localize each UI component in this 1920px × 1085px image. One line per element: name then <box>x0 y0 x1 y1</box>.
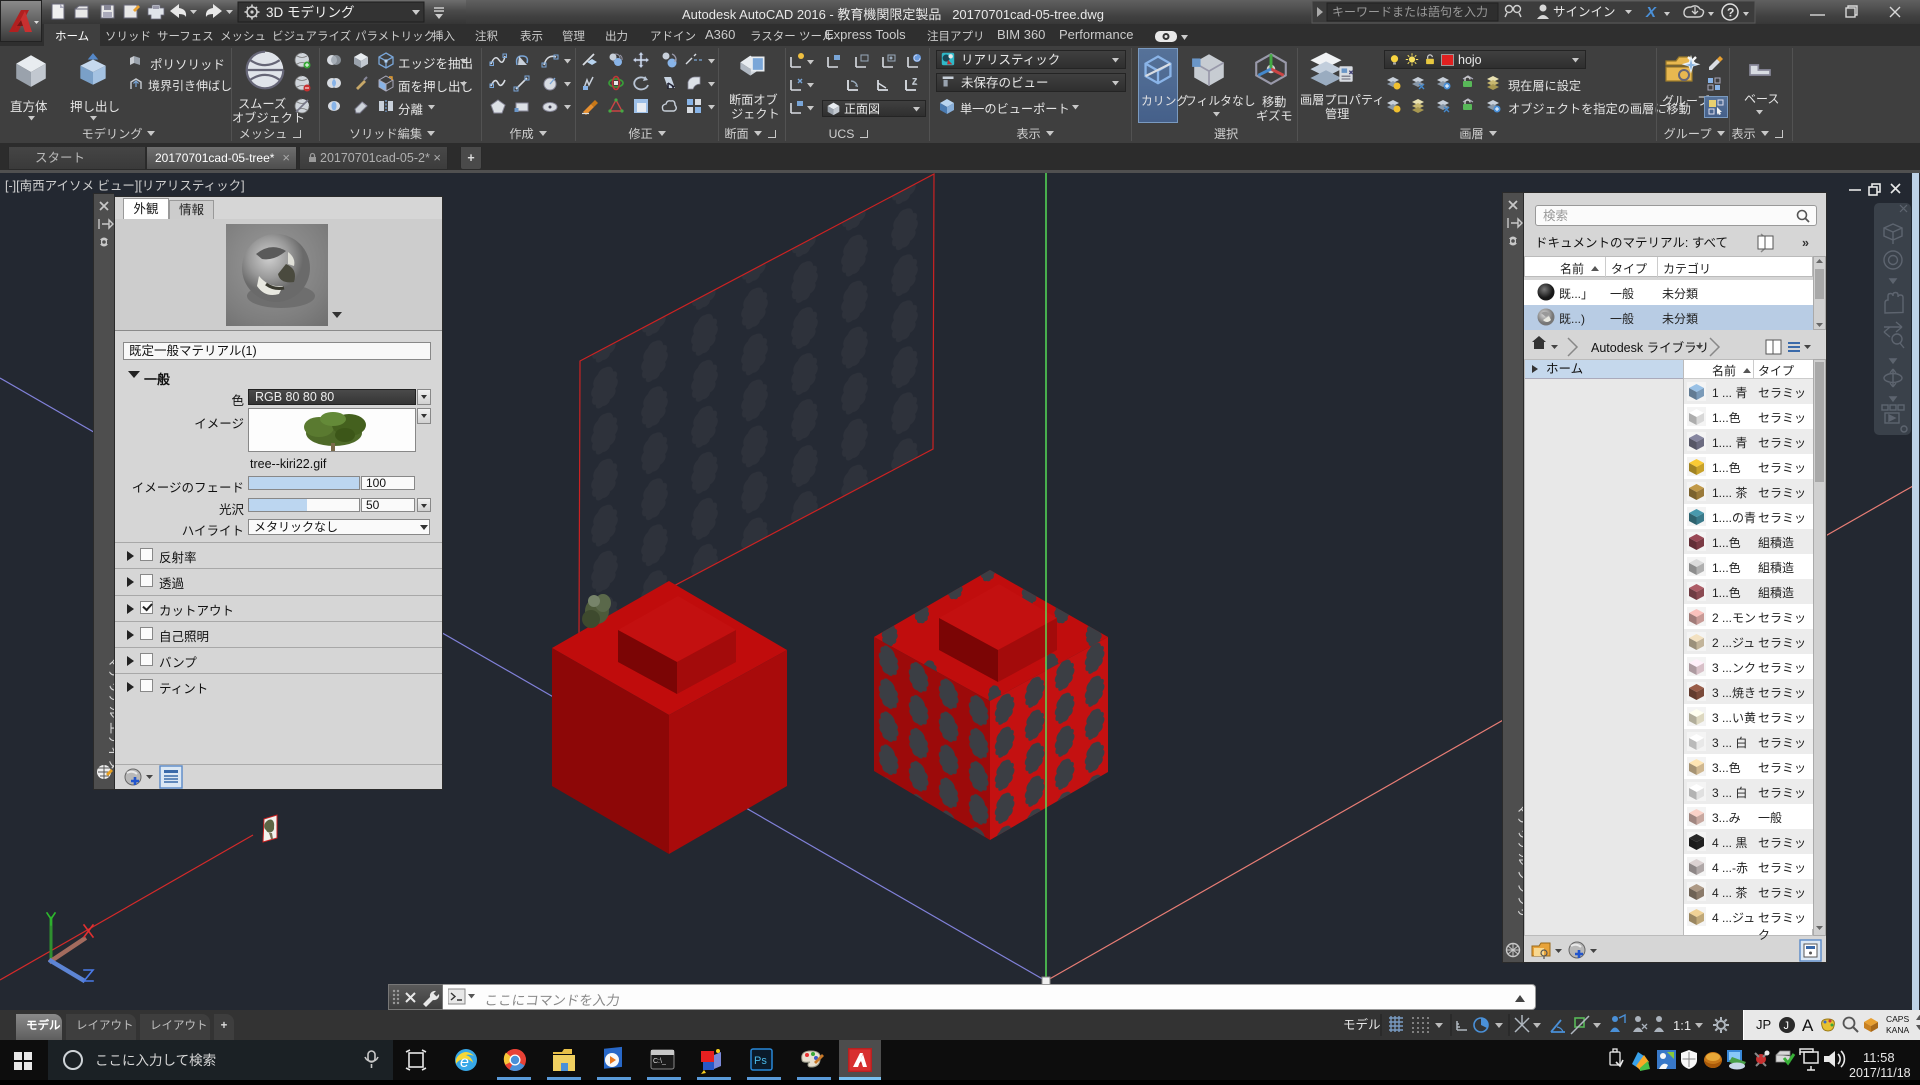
svg-text:e: e <box>460 1054 469 1071</box>
svg-text:C:\_: C:\_ <box>653 1058 666 1065</box>
svg-text:A: A <box>1802 1016 1814 1035</box>
svg-text:[-][南西アイソメ ビュー][リアリスティック]: [-][南西アイソメ ビュー][リアリスティック] <box>5 178 245 193</box>
svg-text:モデル: モデル <box>1343 1017 1381 1032</box>
svg-text:X: X <box>1645 4 1657 21</box>
svg-text:サインイン: サインイン <box>1553 5 1616 19</box>
svg-text:KANA: KANA <box>1886 1025 1909 1035</box>
svg-text:CAPS: CAPS <box>1886 1014 1909 1024</box>
svg-text:Autodesk ライブラリ: Autodesk ライブラリ <box>1591 340 1709 355</box>
svg-text:?: ? <box>1727 6 1734 20</box>
svg-text:Ps: Ps <box>754 1055 767 1067</box>
svg-text:J: J <box>1784 1020 1790 1032</box>
svg-text:Z: Z <box>912 77 918 87</box>
svg-text:3D モデリング: 3D モデリング <box>266 4 355 20</box>
svg-text:1:1: 1:1 <box>1673 1018 1691 1033</box>
svg-text:11:58: 11:58 <box>1863 1050 1895 1065</box>
svg-text:2017/11/18: 2017/11/18 <box>1849 1066 1911 1080</box>
svg-text:ここに入力して検索: ここに入力して検索 <box>95 1053 216 1068</box>
svg-text:キーワードまたは語句を入力: キーワードまたは語句を入力 <box>1332 4 1488 19</box>
